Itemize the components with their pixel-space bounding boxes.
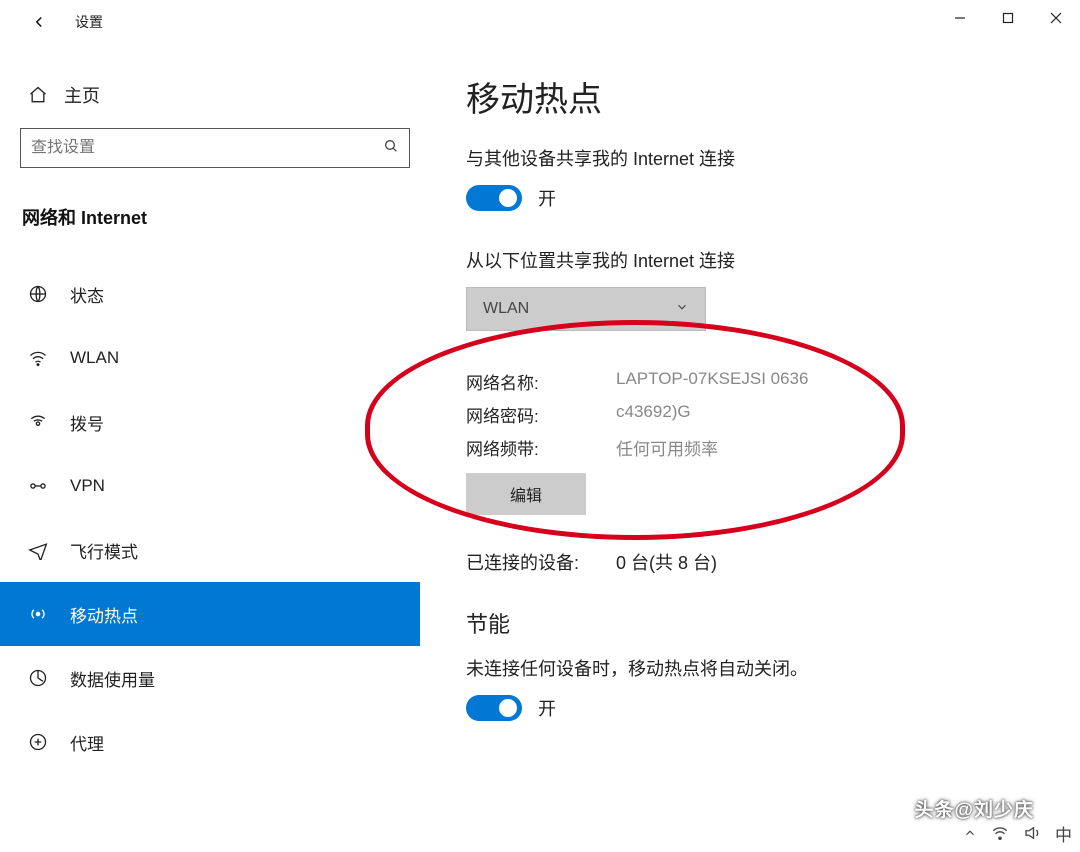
sidebar-item-label: WLAN [70, 348, 119, 368]
share-from-label: 从以下位置共享我的 Internet 连接 [466, 247, 1050, 273]
dialup-icon [24, 412, 52, 432]
share-from-dropdown[interactable]: WLAN [466, 287, 706, 331]
share-toggle[interactable] [466, 185, 522, 211]
globe-icon [24, 284, 52, 304]
home-icon [24, 85, 52, 105]
sidebar-item-status[interactable]: 状态 [0, 262, 420, 326]
sidebar-item-airplane[interactable]: 飞行模式 [0, 518, 420, 582]
sidebar-item-label: 飞行模式 [70, 538, 138, 563]
wifi-icon [24, 348, 52, 368]
taskbar: 中 [949, 814, 1080, 852]
sidebar-item-wlan[interactable]: WLAN [0, 326, 420, 390]
hotspot-icon [24, 604, 52, 624]
dropdown-value: WLAN [483, 300, 529, 318]
search-icon [383, 138, 399, 158]
maximize-button[interactable] [984, 0, 1032, 36]
sidebar-item-proxy[interactable]: 代理 [0, 710, 420, 774]
sidebar: 主页 网络和 Internet 状态 WLAN [0, 44, 420, 814]
power-toggle-state: 开 [538, 695, 556, 721]
sidebar-item-label: 数据使用量 [70, 666, 155, 691]
sidebar-item-label: 代理 [70, 730, 104, 755]
vpn-icon [24, 476, 52, 496]
network-name-value: LAPTOP-07KSEJSI 0636 [616, 369, 808, 394]
sidebar-item-label: 状态 [70, 282, 104, 307]
tray-wifi-icon[interactable] [991, 824, 1009, 842]
network-name-label: 网络名称: [466, 369, 616, 394]
data-icon [24, 668, 52, 688]
network-band-value: 任何可用频率 [616, 435, 718, 460]
search-input[interactable] [31, 139, 383, 157]
share-label: 与其他设备共享我的 Internet 连接 [466, 145, 1050, 171]
close-button[interactable] [1032, 0, 1080, 36]
minimize-button[interactable] [936, 0, 984, 36]
power-section-title: 节能 [466, 607, 1050, 639]
home-label: 主页 [64, 82, 100, 108]
sidebar-item-vpn[interactable]: VPN [0, 454, 420, 518]
power-toggle[interactable] [466, 695, 522, 721]
power-desc: 未连接任何设备时，移动热点将自动关闭。 [466, 655, 1050, 681]
sidebar-item-hotspot[interactable]: 移动热点 [0, 582, 420, 646]
share-toggle-state: 开 [538, 185, 556, 211]
tray-ime[interactable]: 中 [1055, 821, 1072, 846]
airplane-icon [24, 540, 52, 560]
sidebar-item-label: 拨号 [70, 410, 104, 435]
network-pass-label: 网络密码: [466, 402, 616, 427]
sidebar-item-data[interactable]: 数据使用量 [0, 646, 420, 710]
tray-sound-icon[interactable] [1023, 824, 1041, 842]
content: 移动热点 与其他设备共享我的 Internet 连接 开 从以下位置共享我的 I… [420, 44, 1080, 814]
proxy-icon [24, 732, 52, 752]
network-band-label: 网络频带: [466, 435, 616, 460]
tray-chevron-icon[interactable] [963, 826, 977, 840]
sidebar-item-label: VPN [70, 476, 105, 496]
window-title: 设置 [75, 12, 103, 32]
devices-label: 已连接的设备: [466, 549, 616, 575]
devices-value: 0 台(共 8 台) [616, 549, 717, 575]
back-button[interactable] [23, 6, 55, 38]
sidebar-item-label: 移动热点 [70, 602, 138, 627]
sidebar-section-title: 网络和 Internet [20, 204, 420, 230]
sidebar-item-dialup[interactable]: 拨号 [0, 390, 420, 454]
page-title: 移动热点 [466, 72, 1050, 121]
chevron-down-icon [675, 300, 689, 319]
search-box[interactable] [20, 128, 410, 168]
home-link[interactable]: 主页 [20, 74, 420, 128]
network-pass-value: c43692)G [616, 402, 691, 427]
edit-button[interactable]: 编辑 [466, 473, 586, 515]
